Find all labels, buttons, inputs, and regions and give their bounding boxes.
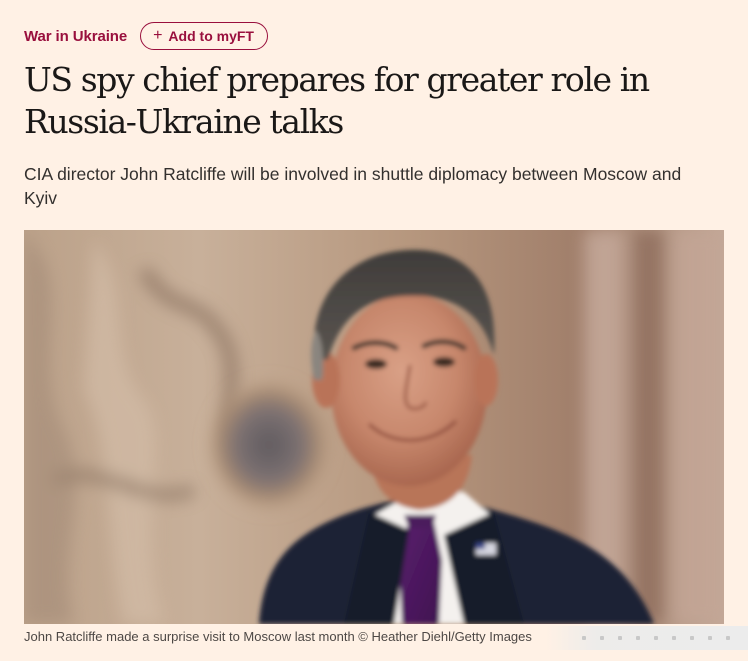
image-caption: John Ratcliffe made a surprise visit to … <box>24 629 532 644</box>
scroll-hint-dot <box>726 636 730 640</box>
article-main-image <box>24 230 724 624</box>
topic-link-war-in-ukraine[interactable]: War in Ukraine <box>24 28 127 45</box>
article-headline: US spy chief prepares for greater role i… <box>24 60 650 141</box>
add-to-myft-label: Add to myFT <box>168 28 254 44</box>
article-standfirst: CIA director John Ratcliffe will be invo… <box>24 164 682 208</box>
add-to-myft-button[interactable]: + Add to myFT <box>140 22 268 50</box>
topic-row: War in Ukraine + Add to myFT <box>24 21 268 51</box>
plus-icon: + <box>153 27 163 44</box>
